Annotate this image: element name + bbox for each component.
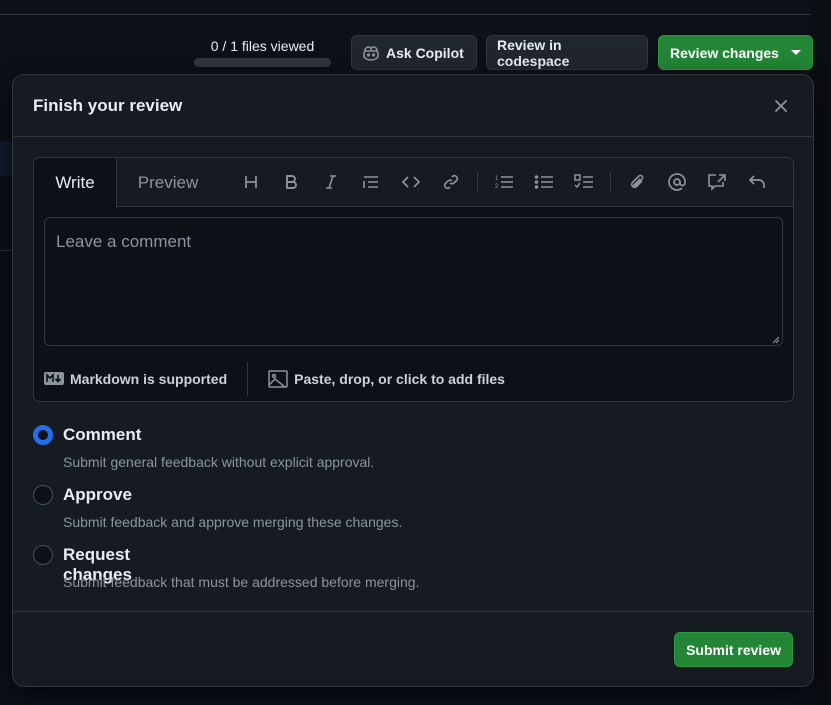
caret-down-icon [791, 50, 801, 55]
option-description: Submit feedback that must be addressed b… [63, 574, 420, 590]
ordered-list-icon: 12 [495, 176, 513, 190]
add-files-note: Paste, drop, or click to add files [294, 370, 505, 387]
task-list-button[interactable] [564, 166, 604, 198]
tab-preview[interactable]: Preview [117, 158, 219, 207]
quote-button[interactable] [351, 166, 391, 198]
editor-footer: Markdown is supported Paste, drop, or cl… [34, 356, 793, 401]
svg-text:2: 2 [495, 184, 499, 190]
code-button[interactable] [391, 166, 431, 198]
add-files-button[interactable]: Paste, drop, or click to add files [268, 369, 505, 388]
option-label[interactable]: Comment [63, 425, 141, 445]
comment-textarea[interactable]: Leave a comment [44, 217, 783, 346]
markdown-icon [44, 372, 64, 385]
review-in-codespace-label: Review in codespace [497, 36, 570, 69]
reference-icon [708, 174, 726, 191]
finish-review-dialog: Finish your review Write Preview 12 Leav… [12, 74, 814, 687]
ordered-list-button[interactable]: 12 [484, 166, 524, 198]
italic-button[interactable] [311, 166, 351, 198]
option-label[interactable]: Approve [63, 485, 132, 505]
code-icon [401, 176, 421, 188]
radio-request-changes[interactable] [33, 545, 53, 565]
mention-icon [668, 173, 686, 191]
background-divider [0, 250, 12, 251]
dialog-header: Finish your review [13, 75, 813, 137]
close-button[interactable] [769, 94, 793, 118]
option-description: Submit general feedback without explicit… [63, 454, 375, 470]
files-viewed-progress-bar [194, 58, 331, 67]
toolbar-separator [610, 171, 611, 193]
link-icon [443, 174, 459, 190]
ask-copilot-label: Ask Copilot [386, 44, 464, 61]
submit-review-button[interactable]: Submit review [674, 632, 793, 667]
tab-write[interactable]: Write [34, 158, 117, 208]
heading-icon [245, 176, 257, 188]
page-scrollbar-track[interactable] [811, 0, 831, 705]
ask-copilot-button[interactable]: Ask Copilot [351, 35, 477, 70]
unordered-list-button[interactable] [524, 166, 564, 198]
copilot-icon [363, 45, 379, 61]
background-row-highlight [0, 142, 12, 176]
unordered-list-icon [534, 175, 553, 189]
option-description: Submit feedback and approve merging thes… [63, 514, 403, 530]
comment-editor: Write Preview 12 Leave a comment Markdow… [33, 157, 794, 402]
link-button[interactable] [431, 166, 471, 198]
toolbar-separator [477, 171, 478, 193]
footer-separator [247, 361, 249, 396]
svg-text:1: 1 [495, 176, 499, 182]
bold-button[interactable] [271, 166, 311, 198]
dialog-footer: Submit review [13, 611, 813, 687]
dialog-title: Finish your review [33, 95, 183, 115]
reference-button[interactable] [697, 166, 737, 198]
radio-approve[interactable] [33, 485, 53, 505]
review-changes-label: Review changes [670, 44, 779, 61]
resize-handle-icon[interactable] [772, 336, 780, 344]
heading-button[interactable] [231, 166, 271, 198]
close-icon [775, 99, 787, 112]
image-icon [268, 369, 288, 388]
mention-button[interactable] [657, 166, 697, 198]
review-in-codespace-button[interactable]: Review in codespace [486, 35, 648, 70]
editor-header: Write Preview 12 [34, 158, 793, 208]
quote-icon [363, 176, 378, 188]
task-list-icon [574, 174, 593, 189]
formatting-toolbar: 12 [231, 158, 777, 206]
italic-icon [326, 175, 336, 189]
undo-icon [748, 175, 765, 188]
undo-button[interactable] [737, 166, 777, 198]
top-divider [0, 14, 811, 15]
radio-comment[interactable] [33, 425, 53, 445]
markdown-note: Markdown is supported [70, 370, 228, 387]
files-viewed-count: 0 / 1 files viewed [210, 38, 315, 54]
bold-icon [286, 175, 297, 189]
attach-icon [630, 174, 644, 189]
attach-button[interactable] [617, 166, 657, 198]
markdown-supported-link[interactable]: Markdown is supported [44, 371, 227, 387]
review-changes-button[interactable]: Review changes [658, 35, 813, 70]
